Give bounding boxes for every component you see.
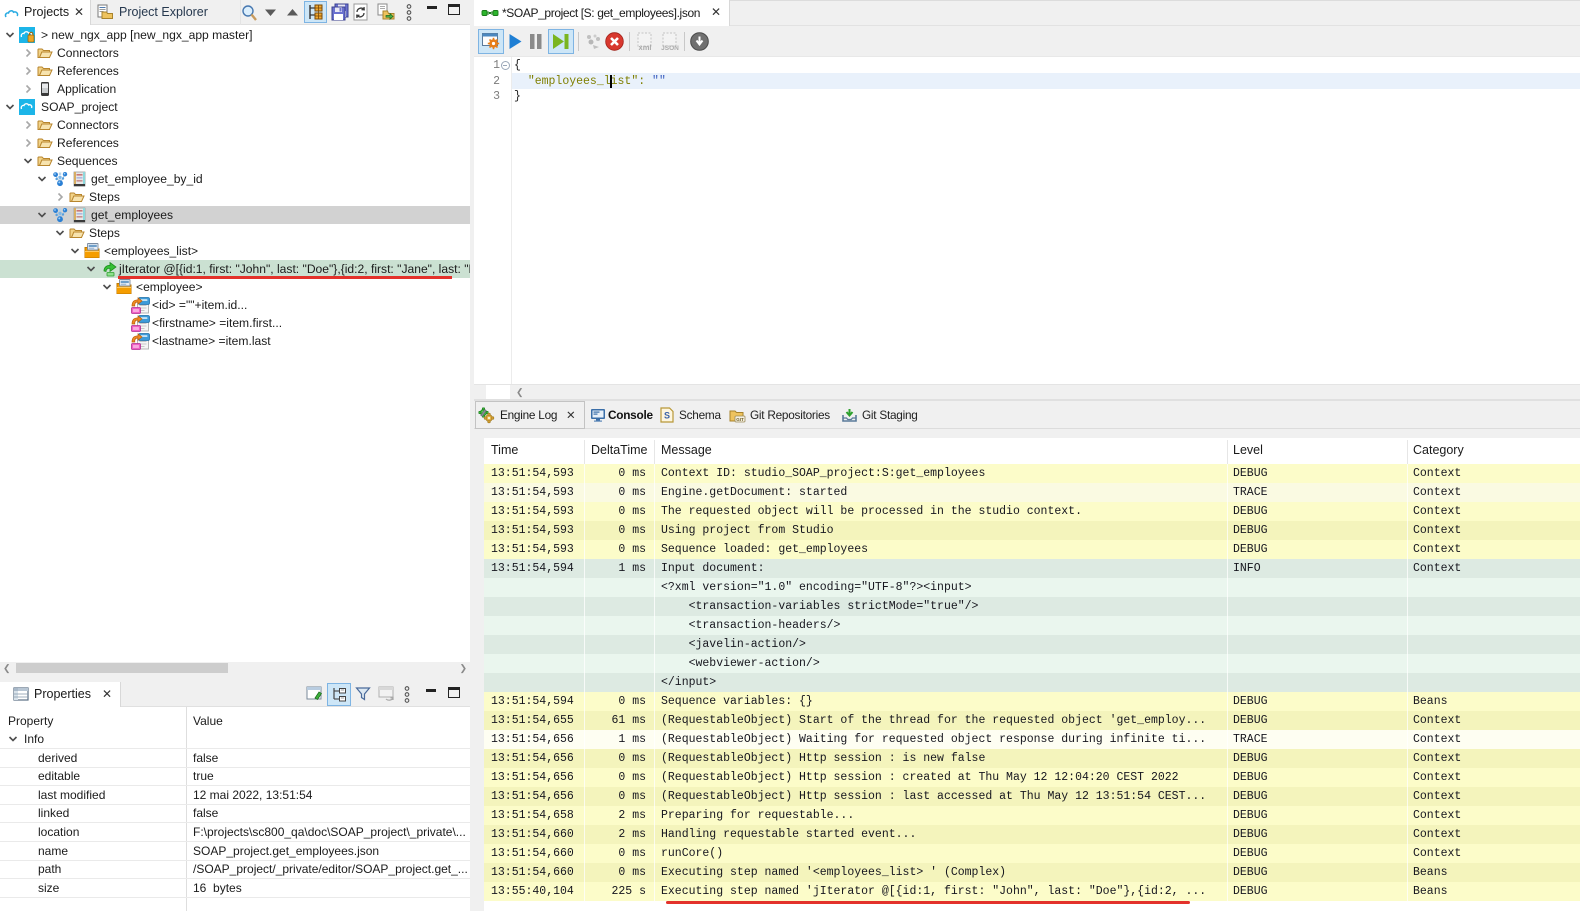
svg-text:xml: xml <box>639 43 652 51</box>
svg-text:S: S <box>664 411 670 421</box>
svg-text:JSON: JSON <box>661 45 679 51</box>
svg-text:GIT: GIT <box>736 417 744 422</box>
